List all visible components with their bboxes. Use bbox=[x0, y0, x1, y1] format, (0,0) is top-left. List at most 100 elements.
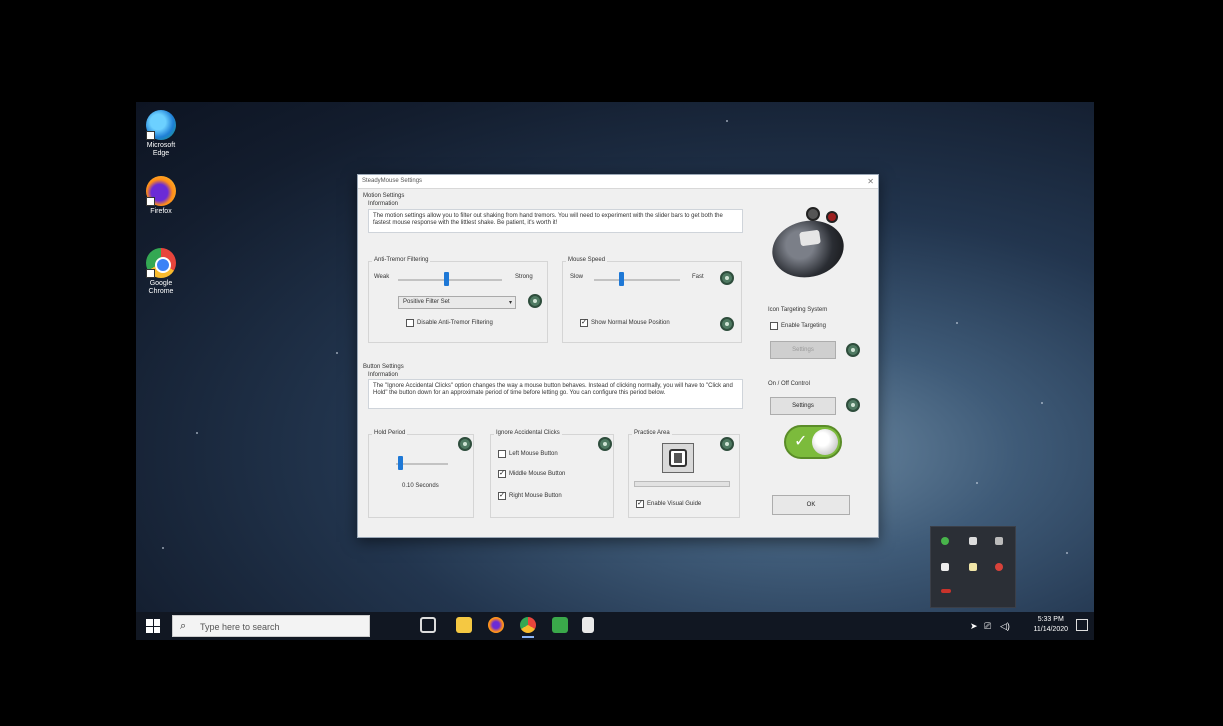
checkbox-box[interactable]: ✓ bbox=[580, 319, 588, 327]
help-icon[interactable] bbox=[720, 317, 734, 331]
notepad-icon[interactable] bbox=[552, 617, 568, 633]
right-button-label: Right Mouse Button bbox=[509, 493, 562, 499]
notification-icon[interactable] bbox=[1076, 619, 1088, 631]
tray-app-icon[interactable] bbox=[941, 537, 949, 545]
hold-period-track bbox=[396, 463, 448, 465]
weak-label: Weak bbox=[374, 274, 390, 280]
cursor-tray-icon[interactable]: ➤ bbox=[970, 621, 978, 632]
checkbox-box[interactable]: ✓ bbox=[498, 470, 506, 478]
firefox-taskbar-icon[interactable] bbox=[488, 617, 504, 633]
close-icon[interactable]: ✕ bbox=[867, 177, 874, 186]
search-placeholder: Type here to search bbox=[200, 622, 280, 632]
task-view-icon[interactable] bbox=[420, 617, 436, 633]
mouse-speed-slider[interactable] bbox=[619, 272, 624, 286]
button-info-label: Information bbox=[368, 372, 399, 378]
checkmark-icon: ✓ bbox=[794, 433, 808, 450]
mouse-speed-group bbox=[562, 261, 742, 343]
icon-targeting-label: Icon Targeting System bbox=[768, 307, 828, 313]
show-normal-checkbox[interactable]: ✓ Show Normal Mouse Position bbox=[580, 319, 670, 327]
motion-settings-heading: Motion Settings bbox=[363, 193, 405, 199]
mouse-speed-label: Mouse Speed bbox=[566, 257, 608, 263]
taskbar-search[interactable]: ⌕ Type here to search bbox=[172, 615, 370, 637]
enable-targeting-checkbox[interactable]: Enable Targeting bbox=[770, 322, 826, 330]
edge-icon bbox=[146, 110, 176, 140]
tray-overflow-popup bbox=[930, 526, 1016, 608]
clock-time: 5:33 PM bbox=[1037, 616, 1064, 623]
filter-select[interactable]: Positive Filter Set ▾ bbox=[398, 296, 516, 309]
fast-label: Fast bbox=[692, 274, 704, 280]
checkbox-box[interactable]: ✓ bbox=[498, 492, 506, 500]
strong-label: Strong bbox=[515, 274, 533, 280]
taskbar: ⌕ Type here to search ➤ ⎚ ◁) 5:33 PM 11/… bbox=[136, 612, 1094, 640]
visual-guide-checkbox[interactable]: ✓ Enable Visual Guide bbox=[636, 500, 701, 508]
anti-tremor-track bbox=[398, 279, 502, 281]
desktop-icon-label: Microsoft Edge bbox=[146, 142, 176, 157]
filter-select-value: Positive Filter Set bbox=[403, 299, 450, 305]
motion-info-text: The motion settings allow you to filter … bbox=[368, 209, 743, 233]
visual-guide-label: Enable Visual Guide bbox=[647, 501, 702, 507]
mouse-speed-track bbox=[594, 279, 680, 281]
ignore-clicks-label: Ignore Accidental Clicks bbox=[494, 430, 562, 436]
usb-icon[interactable] bbox=[941, 563, 949, 571]
firefox-icon bbox=[146, 176, 176, 206]
desktop-icon-firefox[interactable]: Firefox bbox=[140, 176, 182, 216]
button-info-text: The "Ignore Accidental Clicks" option ch… bbox=[368, 379, 743, 409]
taskbar-clock[interactable]: 5:33 PM 11/14/2020 bbox=[1033, 615, 1068, 635]
search-icon: ⌕ bbox=[180, 620, 187, 632]
tray-app-icon[interactable] bbox=[969, 537, 977, 545]
help-icon[interactable] bbox=[846, 398, 860, 412]
help-icon[interactable] bbox=[720, 271, 734, 285]
show-normal-label: Show Normal Mouse Position bbox=[591, 320, 670, 326]
desktop-icon-chrome[interactable]: Google Chrome bbox=[140, 248, 182, 296]
tray-app-icon[interactable] bbox=[941, 589, 951, 593]
tray-app-icon[interactable] bbox=[995, 563, 1003, 571]
desktop-icon-label: Firefox bbox=[150, 208, 172, 215]
hold-period-slider[interactable] bbox=[398, 456, 403, 470]
checkbox-box[interactable] bbox=[406, 319, 414, 327]
anti-tremor-slider[interactable] bbox=[444, 272, 449, 286]
help-icon[interactable] bbox=[846, 343, 860, 357]
targeting-settings-button[interactable]: Settings bbox=[770, 341, 836, 359]
chrome-taskbar-icon[interactable] bbox=[520, 617, 536, 638]
steadymouse-taskbar-icon[interactable] bbox=[582, 617, 594, 633]
motion-info-label: Information bbox=[368, 201, 399, 207]
middle-button-label: Middle Mouse Button bbox=[509, 471, 566, 477]
desktop: Microsoft Edge Firefox Google Chrome Ste… bbox=[136, 102, 1094, 640]
onoff-settings-button[interactable]: Settings bbox=[770, 397, 836, 415]
hold-period-value: 0.10 Seconds bbox=[402, 483, 439, 489]
tray-app-icon[interactable] bbox=[969, 563, 977, 571]
right-button-checkbox[interactable]: ✓ Right Mouse Button bbox=[498, 492, 562, 500]
dialog-titlebar[interactable]: SteadyMouse Settings ✕ bbox=[358, 175, 878, 189]
help-icon[interactable] bbox=[458, 437, 472, 451]
middle-button-checkbox[interactable]: ✓ Middle Mouse Button bbox=[498, 470, 565, 478]
clock-date: 11/14/2020 bbox=[1033, 626, 1068, 633]
file-explorer-icon[interactable] bbox=[456, 617, 472, 633]
volume-icon[interactable]: ◁) bbox=[1000, 621, 1010, 632]
settings-dialog: SteadyMouse Settings ✕ Motion Settings I… bbox=[357, 174, 879, 538]
checkbox-box[interactable] bbox=[498, 450, 506, 458]
help-icon[interactable] bbox=[528, 294, 542, 308]
practice-area-label: Practice Area bbox=[632, 430, 672, 436]
disable-filter-label: Disable Anti-Tremor Filtering bbox=[417, 320, 493, 326]
mascot-logo bbox=[766, 201, 850, 284]
checkbox-box[interactable] bbox=[770, 322, 778, 330]
dialog-title: SteadyMouse Settings bbox=[362, 178, 423, 184]
desktop-icon-edge[interactable]: Microsoft Edge bbox=[140, 110, 182, 158]
chevron-down-icon: ▾ bbox=[508, 300, 512, 306]
ok-button[interactable]: OK bbox=[772, 495, 850, 515]
onoff-toggle[interactable]: ✓ bbox=[784, 425, 842, 459]
hold-period-label: Hold Period bbox=[372, 430, 408, 436]
chrome-icon bbox=[146, 248, 176, 278]
checkbox-box[interactable]: ✓ bbox=[636, 500, 644, 508]
network-icon[interactable]: ⎚ bbox=[984, 621, 991, 632]
start-button[interactable] bbox=[146, 619, 160, 633]
disable-filter-checkbox[interactable]: Disable Anti-Tremor Filtering bbox=[406, 319, 493, 327]
help-icon[interactable] bbox=[598, 437, 612, 451]
anti-tremor-label: Anti-Tremor Filtering bbox=[372, 257, 431, 263]
help-icon[interactable] bbox=[720, 437, 734, 451]
practice-target-icon[interactable] bbox=[662, 443, 694, 473]
onoff-control-label: On / Off Control bbox=[768, 381, 810, 387]
left-button-checkbox[interactable]: Left Mouse Button bbox=[498, 450, 558, 458]
enable-targeting-label: Enable Targeting bbox=[781, 323, 826, 329]
tray-app-icon[interactable] bbox=[995, 537, 1003, 545]
